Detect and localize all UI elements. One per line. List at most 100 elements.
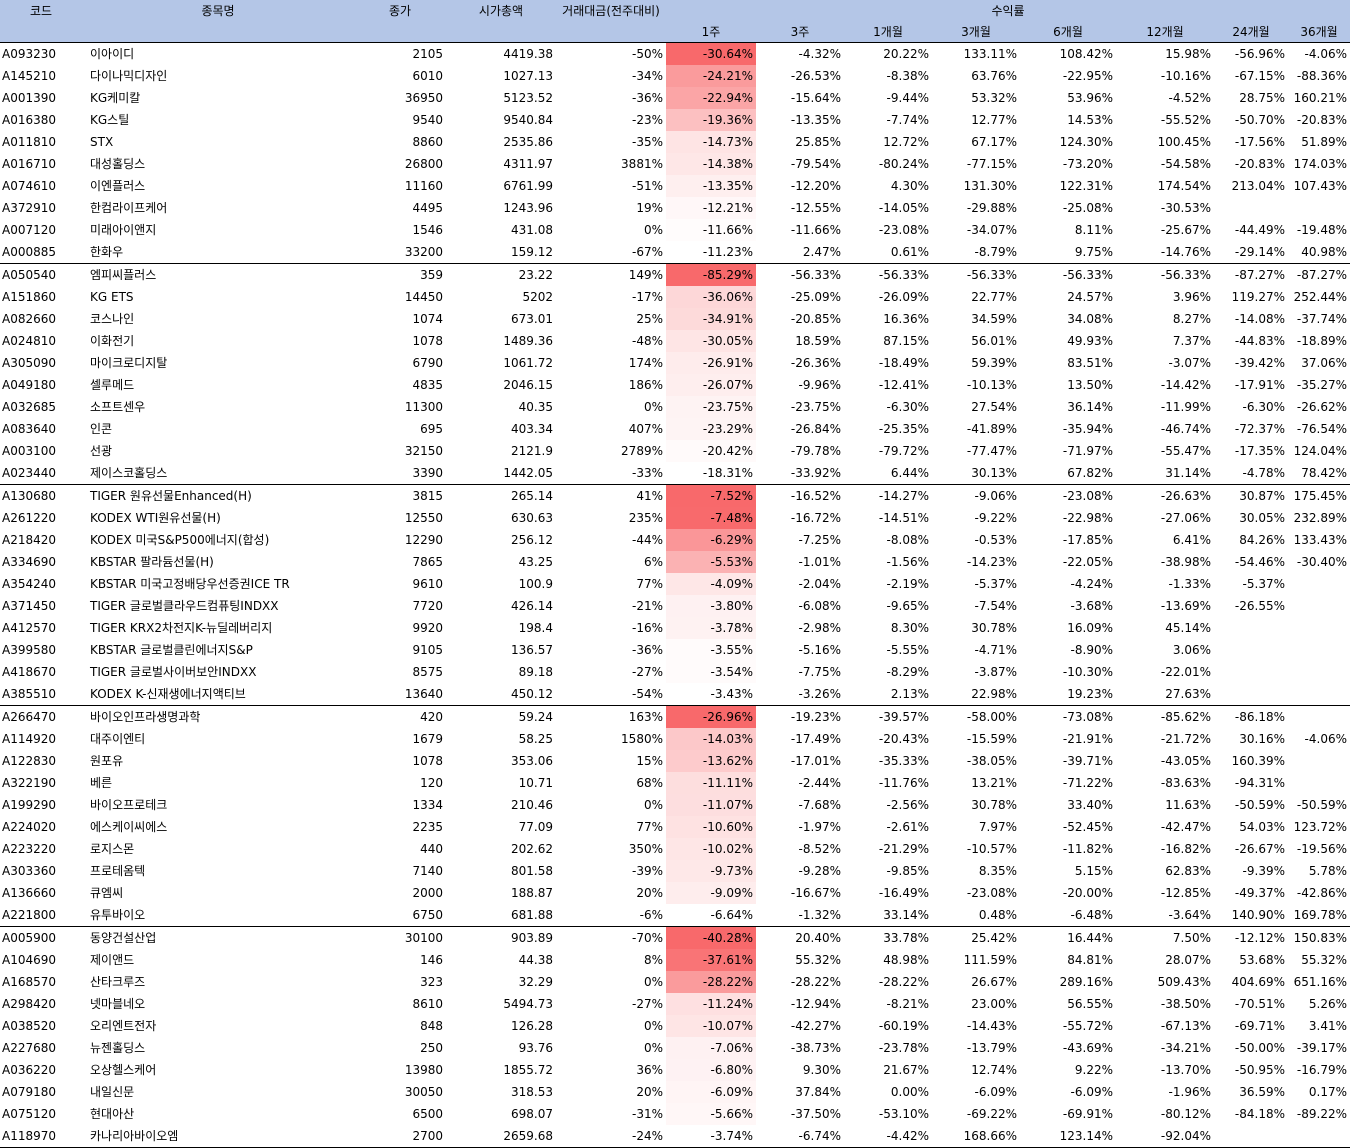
return-1w-cell: -85.29% bbox=[666, 263, 756, 286]
header-close: 종가 bbox=[354, 0, 446, 43]
market-cap-cell: 59.24 bbox=[446, 705, 556, 728]
return-3m-cell: 133.11% bbox=[932, 42, 1020, 65]
return-24m-cell: 140.90% bbox=[1231, 908, 1285, 922]
stock-code-cell: A074610 bbox=[2, 179, 57, 193]
return-6m-cell: 108.42% bbox=[1020, 42, 1116, 65]
return-12m-cell: 45.14% bbox=[1165, 621, 1211, 635]
table-row: A199290 바이오프로테크 1334 210.46 0% -11.07% -7.68% -… bbox=[0, 794, 1350, 816]
stock-code-cell: A104690 bbox=[2, 953, 57, 967]
market-cap-cell: 630.63 bbox=[511, 511, 553, 525]
table-row: A003100 선광 32150 2121.9 2789% -20.42% -79.78% -… bbox=[0, 440, 1350, 462]
stock-name-cell: 넷마블네오 bbox=[90, 997, 146, 1011]
stock-code-cell: A223220 bbox=[2, 842, 57, 856]
return-12m-cell: -55.52% bbox=[1160, 113, 1211, 127]
return-3m-cell: -69.22% bbox=[966, 1107, 1017, 1121]
header-period: 12개월 bbox=[1116, 19, 1214, 43]
return-24m-cell: 404.69% bbox=[1231, 975, 1285, 989]
return-36m-cell: -19.48% bbox=[1296, 223, 1347, 237]
return-6m-cell: 56.55% bbox=[1067, 997, 1113, 1011]
stock-name-cell: 베른 bbox=[90, 776, 113, 790]
market-cap-cell: 1442.05 bbox=[503, 466, 553, 480]
stock-code-cell: A372910 bbox=[2, 201, 57, 215]
stock-name-cell: 소프트센우 bbox=[90, 400, 146, 414]
return-24m-cell: -67.15% bbox=[1234, 69, 1285, 83]
stock-name-cell: 프로테옴텍 bbox=[90, 864, 146, 878]
close-price-cell: 6790 bbox=[412, 356, 443, 370]
market-cap-cell: 1061.72 bbox=[503, 356, 553, 370]
close-price-cell: 9920 bbox=[412, 621, 443, 635]
return-3w-cell: -20.85% bbox=[790, 312, 841, 326]
return-1m-cell: -9.85% bbox=[886, 864, 929, 878]
market-cap-cell: 188.87 bbox=[511, 886, 553, 900]
stock-name-cell: 제이앤드 bbox=[90, 953, 135, 967]
return-1w-cell: -4.09% bbox=[666, 573, 756, 595]
return-24m-cell: -86.18% bbox=[1214, 705, 1288, 728]
return-12m-cell: 27.63% bbox=[1165, 687, 1211, 701]
return-6m-cell: 9.22% bbox=[1074, 1063, 1113, 1077]
close-price-cell: 2000 bbox=[412, 886, 443, 900]
return-1w-cell: -14.03% bbox=[666, 728, 756, 750]
return-1w-cell: -7.48% bbox=[666, 507, 756, 529]
return-12m-cell: -80.12% bbox=[1160, 1107, 1211, 1121]
return-12m-cell: -11.99% bbox=[1160, 400, 1211, 414]
table-row: A024810 이화전기 1078 1489.36 -48% -30.05% 18.59% 8… bbox=[0, 330, 1350, 352]
table-row: A305090 마이크로디지탈 6790 1061.72 174% -26.91% -26.… bbox=[0, 352, 1350, 374]
stock-code-cell: A385510 bbox=[2, 687, 57, 701]
return-3w-cell: -19.23% bbox=[756, 705, 844, 728]
close-price-cell: 14450 bbox=[404, 290, 443, 304]
return-1m-cell: -60.19% bbox=[878, 1019, 929, 1033]
stock-code-cell: A024810 bbox=[2, 334, 57, 348]
return-1m-cell: -6.30% bbox=[886, 400, 929, 414]
return-6m-cell: 19.23% bbox=[1067, 687, 1113, 701]
return-1w-cell: -10.07% bbox=[666, 1015, 756, 1037]
stock-code-cell: A032685 bbox=[2, 400, 57, 414]
stock-name-cell: 미래아이앤지 bbox=[90, 223, 157, 237]
return-1w-cell: -22.94% bbox=[666, 87, 756, 109]
return-6m-cell: -39.71% bbox=[1062, 754, 1113, 768]
return-6m-cell: 13.50% bbox=[1067, 378, 1113, 392]
return-3m-cell: -6.09% bbox=[974, 1085, 1017, 1099]
return-3w-cell: -7.75% bbox=[798, 665, 841, 679]
close-price-cell: 3815 bbox=[354, 484, 446, 507]
close-price-cell: 11300 bbox=[404, 400, 443, 414]
market-cap-cell: 450.12 bbox=[511, 687, 553, 701]
return-6m-cell: -6.09% bbox=[1070, 1085, 1113, 1099]
close-price-cell: 8860 bbox=[412, 135, 443, 149]
stock-code-cell: A305090 bbox=[2, 356, 57, 370]
stock-code-cell: A082660 bbox=[2, 312, 57, 326]
market-cap-cell: 426.14 bbox=[511, 599, 553, 613]
return-3m-cell: -14.23% bbox=[966, 555, 1017, 569]
return-3w-cell: -37.50% bbox=[790, 1107, 841, 1121]
return-1m-cell: -14.51% bbox=[878, 511, 929, 525]
turnover-change-cell: -31% bbox=[631, 1107, 663, 1121]
stock-code-cell: A118970 bbox=[0, 1125, 82, 1148]
return-12m-cell: -30.53% bbox=[1160, 201, 1211, 215]
return-12m-cell: -1.33% bbox=[1168, 577, 1211, 591]
stock-code-cell: A016710 bbox=[2, 157, 57, 171]
return-3m-cell: -13.79% bbox=[966, 1041, 1017, 1055]
return-1m-cell: -14.05% bbox=[878, 201, 929, 215]
return-6m-cell: 24.57% bbox=[1067, 290, 1113, 304]
table-row: A412570 TIGER KRX2차전지K-뉴딜레버리지 9920 198.4 -16… bbox=[0, 617, 1350, 639]
return-24m-cell: 53.68% bbox=[1239, 953, 1285, 967]
market-cap-cell: 265.14 bbox=[446, 484, 556, 507]
return-36m-cell: -19.56% bbox=[1296, 842, 1347, 856]
return-3m-cell: -38.05% bbox=[966, 754, 1017, 768]
turnover-change-cell: -67% bbox=[631, 245, 663, 259]
return-3w-cell: -2.44% bbox=[798, 776, 841, 790]
turnover-change-cell: -36% bbox=[631, 643, 663, 657]
return-36m-cell: -88.36% bbox=[1296, 69, 1347, 83]
return-24m-cell bbox=[1214, 1125, 1288, 1148]
return-1w-cell: -26.96% bbox=[666, 705, 756, 728]
market-cap-cell: 136.57 bbox=[511, 643, 553, 657]
turnover-change-cell: 174% bbox=[628, 356, 663, 370]
return-1m-cell: -26.09% bbox=[878, 290, 929, 304]
return-3w-cell: -79.78% bbox=[790, 444, 841, 458]
stock-name-cell: 뉴젠홀딩스 bbox=[90, 1041, 146, 1055]
return-36m-cell: -4.06% bbox=[1288, 42, 1350, 65]
return-24m-cell: -17.91% bbox=[1234, 378, 1285, 392]
return-6m-cell: 14.53% bbox=[1067, 113, 1113, 127]
return-3w-cell: 2.47% bbox=[802, 245, 841, 259]
table-row: A093230 이아이디 2105 4419.38 -50% -30.64% -4.32% 2… bbox=[0, 42, 1350, 65]
market-cap-cell: 2659.68 bbox=[446, 1125, 556, 1148]
